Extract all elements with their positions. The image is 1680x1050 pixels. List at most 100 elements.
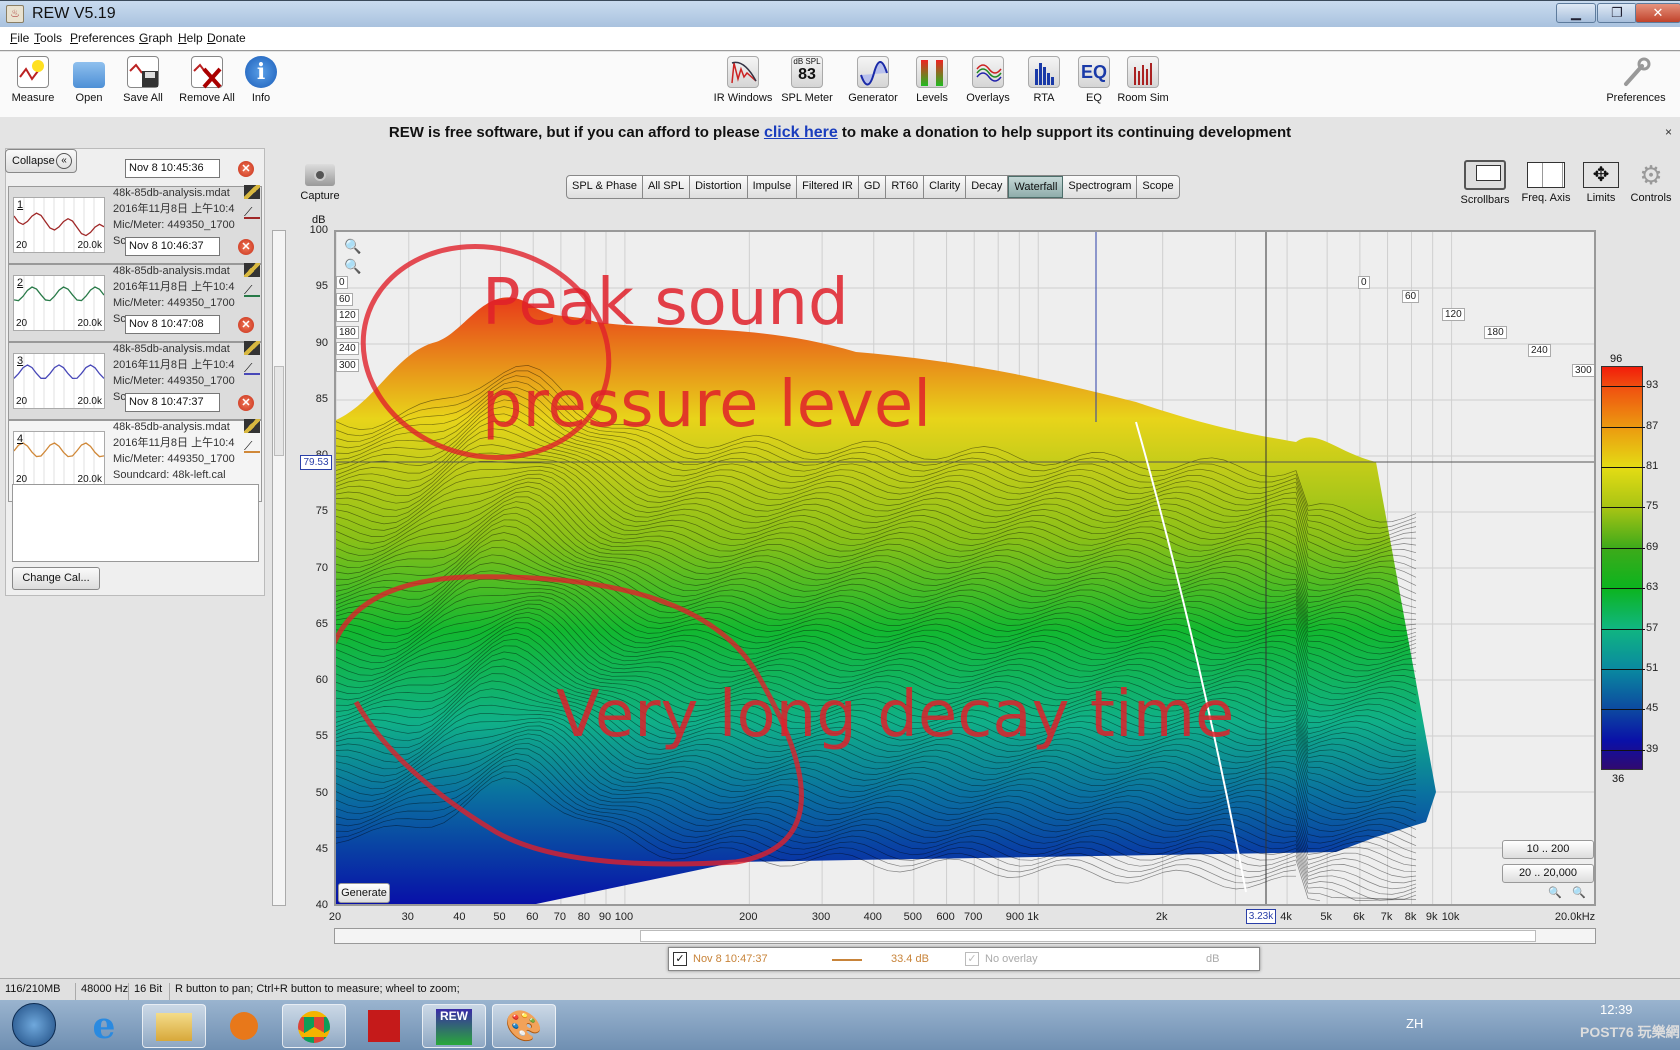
remove-measurement-icon[interactable]: ✕: [238, 161, 254, 177]
edit-icon[interactable]: [244, 185, 260, 199]
tab-impulse[interactable]: Impulse: [748, 176, 798, 198]
scroll-thumb[interactable]: [274, 366, 284, 456]
range-10-200-button[interactable]: 10 .. 200: [1502, 840, 1594, 859]
time-label-left: 60: [336, 292, 354, 306]
measure-icon: [17, 56, 49, 88]
vertical-scrollbar[interactable]: [272, 230, 286, 906]
minimize-button[interactable]: ▁: [1556, 3, 1596, 23]
time-label-left: 240: [336, 342, 359, 355]
save-all-button[interactable]: Save All: [108, 56, 178, 104]
room-sim-label: Room Sim: [1117, 92, 1169, 104]
preferences-label: Preferences: [1606, 92, 1666, 104]
tab-distortion[interactable]: Distortion: [690, 176, 748, 198]
collapse-button[interactable]: Collapse «: [5, 149, 77, 173]
colorbar-tick-label: 81: [1646, 460, 1659, 472]
measurement-time-field[interactable]: Nov 8 10:46:37: [125, 237, 220, 256]
clock[interactable]: 12:39: [1600, 1002, 1633, 1017]
restore-button[interactable]: ❐: [1597, 3, 1637, 23]
tab-decay[interactable]: Decay: [966, 176, 1009, 198]
explorer-taskbar-icon[interactable]: [142, 1004, 206, 1048]
donate-message: REW is free software, but if you can aff…: [388, 124, 1292, 141]
menu-preferences[interactable]: Preferences: [70, 31, 135, 45]
cursor-x-readout: 3.23k: [1246, 909, 1276, 924]
edit-icon[interactable]: [244, 341, 260, 355]
camera-icon: [305, 164, 335, 186]
time-label-right: 180: [1484, 326, 1507, 339]
bit-depth-status: 16 Bit: [128, 983, 162, 1001]
waterfall-plot[interactable]: 🔍 🔍 060120180240300 060120180240300 300m…: [334, 230, 1596, 906]
ir-windows-button[interactable]: IR Windows: [708, 56, 778, 104]
scroll-thumb-h[interactable]: [640, 930, 1536, 942]
color-pen-icon[interactable]: ⟋: [244, 205, 260, 219]
edit-icon[interactable]: [244, 419, 260, 433]
measurement-file: 48k-85db-analysis.mdat: [113, 265, 230, 277]
measurement-thumbnail: 2 20 20.0k: [13, 275, 105, 331]
preferences-button[interactable]: Preferences: [1601, 56, 1671, 104]
notes-area[interactable]: [12, 484, 259, 562]
color-pen-icon[interactable]: ⟋: [244, 361, 260, 375]
zoom-in-icon[interactable]: 🔍: [344, 238, 361, 255]
measurement-time-field[interactable]: Nov 8 10:47:08: [125, 315, 220, 334]
measurement-date: 2016年11月8日 上午10:4: [113, 281, 235, 293]
x-tick-label: 90: [598, 911, 612, 923]
generate-button[interactable]: Generate: [338, 883, 390, 903]
zoom-out-icon[interactable]: 🔍: [344, 258, 361, 275]
range-20-20000-button[interactable]: 20 .. 20,000: [1502, 864, 1594, 883]
menu-graph[interactable]: Graph: [139, 31, 172, 45]
language-indicator[interactable]: ZH: [1406, 1016, 1423, 1031]
remove-all-icon: [191, 56, 223, 89]
start-button[interactable]: [12, 1003, 56, 1047]
info-icon: i: [245, 56, 277, 88]
remove-measurement-icon[interactable]: ✕: [238, 317, 254, 333]
spl-meter-icon: dB SPL 83: [791, 56, 823, 88]
chrome-taskbar-icon[interactable]: [282, 1004, 346, 1048]
tab-rt60[interactable]: RT60: [886, 176, 925, 198]
room-sim-button[interactable]: Room Sim: [1108, 56, 1178, 104]
annotation-peak: Peak sound: [482, 266, 849, 340]
media-player-taskbar-icon[interactable]: [212, 1004, 276, 1048]
spl-meter-button[interactable]: dB SPL 83 SPL Meter: [772, 56, 842, 104]
tab-scope[interactable]: Scope: [1137, 176, 1178, 198]
zoom-in-x-icon[interactable]: 🔍: [1572, 886, 1586, 899]
close-button[interactable]: ✕: [1635, 3, 1680, 23]
menu-donate[interactable]: Donate: [207, 31, 246, 45]
zoom-out-x-icon[interactable]: 🔍: [1548, 886, 1562, 899]
tab-clarity[interactable]: Clarity: [924, 176, 967, 198]
tab-waterfall[interactable]: Waterfall: [1008, 176, 1064, 198]
levels-icon: [916, 56, 948, 88]
horizontal-scrollbar[interactable]: [334, 928, 1596, 944]
trace-checkbox[interactable]: ✓: [673, 952, 687, 966]
tab-filtered-ir[interactable]: Filtered IR: [797, 176, 859, 198]
controls-button[interactable]: ⚙ Controls: [1618, 160, 1680, 204]
tab-all-spl[interactable]: All SPL: [643, 176, 691, 198]
colorbar-max: 96: [1610, 353, 1623, 365]
edit-icon[interactable]: [244, 263, 260, 277]
hint-status: R button to pan; Ctrl+R button to measur…: [169, 983, 460, 1001]
menu-help[interactable]: Help: [178, 31, 203, 45]
remove-measurement-icon[interactable]: ✕: [238, 395, 254, 411]
measurement-time-field[interactable]: Nov 8 10:47:37: [125, 393, 220, 412]
ie-taskbar-icon[interactable]: e: [72, 1004, 136, 1048]
tab-gd[interactable]: GD: [859, 176, 887, 198]
rew-taskbar-icon[interactable]: REW: [422, 1004, 486, 1048]
scrollbars-button[interactable]: Scrollbars: [1452, 160, 1518, 206]
color-pen-icon[interactable]: ⟋: [244, 283, 260, 297]
menu-file[interactable]: File: [10, 31, 29, 45]
donate-close-button[interactable]: ×: [1665, 125, 1672, 139]
paint-taskbar-icon[interactable]: 🎨: [492, 1004, 556, 1048]
chevron-double-left-icon: «: [56, 153, 72, 169]
remove-measurement-icon[interactable]: ✕: [238, 239, 254, 255]
measurement-time-field[interactable]: Nov 8 10:45:36: [125, 159, 220, 178]
donate-link[interactable]: click here: [764, 124, 838, 141]
tab-spectrogram[interactable]: Spectrogram: [1063, 176, 1138, 198]
menu-tools[interactable]: Tools: [34, 31, 62, 45]
overlay-checkbox[interactable]: ✓: [965, 952, 979, 966]
acrobat-taskbar-icon[interactable]: [352, 1004, 416, 1048]
capture-button[interactable]: Capture: [290, 160, 350, 202]
color-pen-icon[interactable]: ⟋: [244, 439, 260, 453]
change-cal-button[interactable]: Change Cal...: [12, 567, 100, 590]
y-tick-label: 95: [315, 280, 328, 293]
tab-spl-phase[interactable]: SPL & Phase: [567, 176, 644, 198]
info-button[interactable]: i Info: [226, 56, 296, 104]
colorbar-tick: [1601, 507, 1645, 509]
